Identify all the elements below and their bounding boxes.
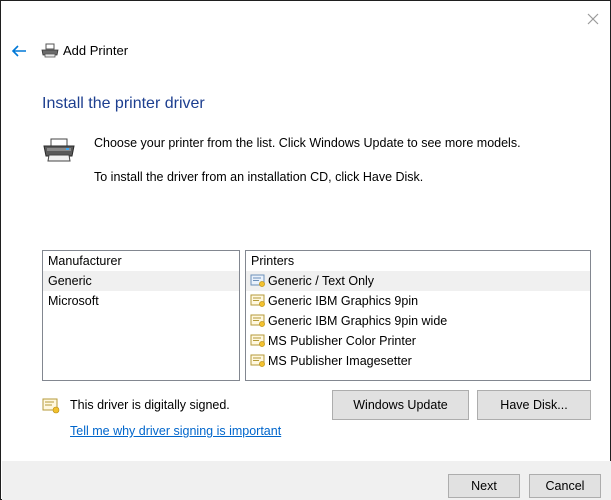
signature-status-text: This driver is digitally signed. [70, 398, 230, 412]
close-icon [587, 13, 599, 25]
manufacturer-listbox[interactable]: Manufacturer Generic Microsoft [42, 250, 240, 381]
printer-item-label: MS Publisher Imagesetter [268, 354, 412, 368]
windows-update-button[interactable]: Windows Update [332, 390, 469, 420]
printer-item-label: Generic IBM Graphics 9pin [268, 294, 419, 308]
printer-item-ms-publisher-color[interactable]: MS Publisher Color Printer [246, 331, 590, 351]
certificate-icon [250, 314, 265, 327]
have-disk-button[interactable]: Have Disk... [477, 390, 591, 420]
printer-item-label: Generic IBM Graphics 9pin wide [268, 314, 448, 328]
page-title: Install the printer driver [42, 95, 205, 112]
next-button[interactable]: Next [448, 474, 520, 498]
have-disk-instruction-text: To install the driver from an installati… [94, 170, 424, 184]
printer-icon [43, 138, 75, 162]
printer-item-ms-publisher-imagesetter[interactable]: MS Publisher Imagesetter [246, 351, 590, 371]
certificate-icon [250, 334, 265, 347]
back-arrow-icon [11, 45, 26, 57]
printer-item-generic-text-only[interactable]: Generic / Text Only [246, 271, 590, 291]
close-button[interactable] [579, 7, 607, 31]
printer-item-ibm-9pin[interactable]: Generic IBM Graphics 9pin [246, 291, 590, 311]
manufacturer-item-generic[interactable]: Generic [43, 271, 239, 291]
certificate-icon [250, 274, 265, 287]
printers-listbox[interactable]: Printers Generic / Text Only Generic IBM… [245, 250, 591, 381]
back-button[interactable] [9, 41, 29, 61]
certificate-icon [42, 398, 60, 414]
printers-header: Printers [251, 254, 295, 268]
printer-icon [41, 43, 59, 58]
driver-signing-help-link[interactable]: Tell me why driver signing is important [70, 424, 281, 439]
manufacturer-header: Manufacturer [48, 254, 122, 268]
certificate-icon [250, 354, 265, 367]
cancel-button[interactable]: Cancel [529, 474, 601, 498]
window-title: Add Printer [63, 43, 129, 58]
manufacturer-item-microsoft[interactable]: Microsoft [43, 291, 239, 311]
certificate-icon [250, 294, 265, 307]
add-printer-window: Add Printer Install the printer driver C… [0, 0, 611, 500]
printer-item-label: MS Publisher Color Printer [268, 334, 416, 348]
printer-item-ibm-9pin-wide[interactable]: Generic IBM Graphics 9pin wide [246, 311, 590, 331]
instruction-text: Choose your printer from the list. Click… [94, 136, 521, 150]
printer-item-label: Generic / Text Only [268, 274, 375, 288]
